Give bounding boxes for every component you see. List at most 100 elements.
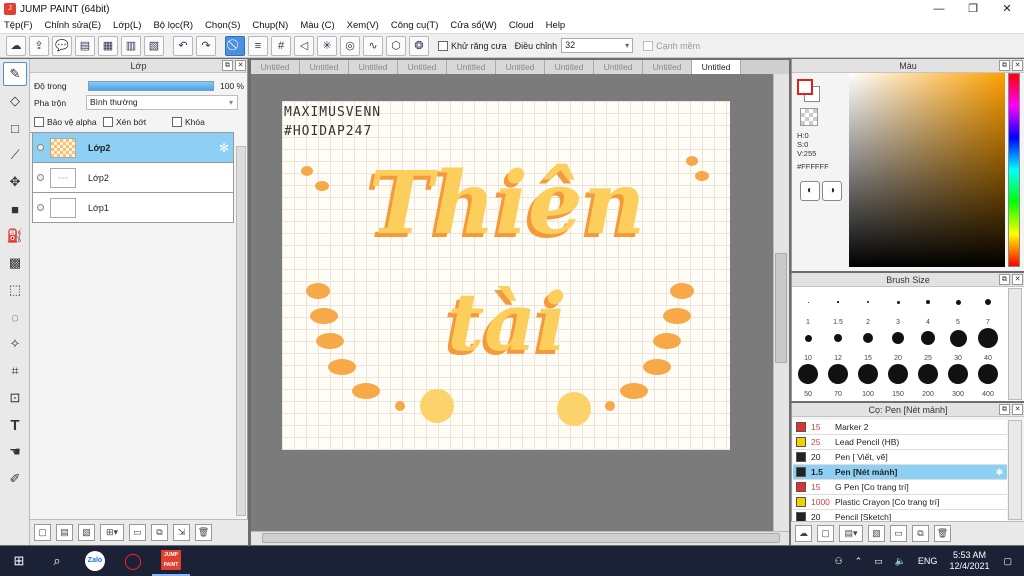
drawing-canvas[interactable]: MAXIMUSVENN #HOIDAP247 Thiên tài [282, 101, 730, 450]
redo-icon[interactable]: ↷ [196, 35, 216, 56]
network-icon[interactable]: ▭ [874, 556, 883, 567]
jump-paint-app-icon[interactable]: JUMP PAINT [152, 546, 190, 576]
color-picker-area[interactable] [849, 73, 1005, 267]
gear-icon[interactable]: ✻ [219, 141, 229, 155]
lock-checkbox[interactable] [172, 116, 182, 127]
visibility-icon[interactable] [37, 204, 44, 211]
menu-color[interactable]: Màu (C) [300, 20, 334, 31]
concentric-ruler-icon[interactable]: ◎ [340, 35, 360, 56]
hue-slider[interactable] [1008, 73, 1020, 267]
folder-icon[interactable]: ▭ [129, 524, 146, 541]
brush-size-option[interactable]: 1 [793, 290, 823, 326]
brush-menu-icon[interactable]: ▤▾ [839, 525, 863, 542]
menu-select[interactable]: Chọn(S) [205, 20, 240, 31]
close-icon[interactable]: ✕ [235, 60, 246, 71]
brush-size-option[interactable]: 1.5 [823, 290, 853, 326]
panel-icon[interactable]: ▥ [121, 35, 141, 56]
trash-icon[interactable]: 🗑 [195, 524, 212, 541]
radial-ruler-icon[interactable]: ✳ [317, 35, 337, 56]
brush-size-option[interactable]: 50 [793, 362, 823, 398]
close-icon[interactable]: ✕ [1012, 60, 1023, 71]
tab-untitled[interactable]: Untitled [594, 60, 643, 74]
brush-preset-item[interactable]: 20 Pen [ Viết, vẽ] [793, 450, 1007, 465]
rectangle-tool-icon[interactable]: □ [3, 116, 27, 140]
menu-layer[interactable]: Lớp(L) [113, 20, 141, 31]
clock[interactable]: 5:53 AM 12/4/2021 [949, 550, 989, 572]
tab-untitled[interactable]: Untitled [545, 60, 594, 74]
brush-preset-item[interactable]: 25 Lead Pencil (HB) [793, 435, 1007, 450]
parallel-ruler-icon[interactable]: ≡ [248, 35, 268, 56]
select-eraser-tool-icon[interactable]: ⊡ [3, 386, 27, 410]
layer-row[interactable]: ~~~ Lớp2 [32, 163, 234, 193]
menu-capture[interactable]: Chụp(N) [252, 20, 288, 31]
symmetry-ruler-icon[interactable]: ❂ [409, 35, 429, 56]
document-icon[interactable]: ▦ [98, 35, 118, 56]
undo-icon[interactable]: ↶ [173, 35, 193, 56]
magic-wand-tool-icon[interactable]: ✧ [3, 332, 27, 356]
layer-row[interactable]: Lớp1 [32, 193, 234, 223]
brush-folder-icon[interactable]: ▭ [890, 525, 907, 542]
brush-settings-icon[interactable]: ▧ [868, 525, 885, 542]
select-pen-tool-icon[interactable]: ⌗ [3, 359, 27, 383]
grid-ruler-icon[interactable]: # [271, 35, 291, 56]
layer-scrollbar[interactable] [236, 146, 246, 516]
menu-window[interactable]: Cửa sổ(W) [450, 20, 496, 31]
brush-preset-item[interactable]: 15 Marker 2 [793, 420, 1007, 435]
brush-size-option[interactable]: 150 [883, 362, 913, 398]
new-brush-icon[interactable]: ▢ [817, 525, 834, 542]
blend-mode-select[interactable]: Bình thường [86, 95, 238, 110]
brush-preset-scrollbar[interactable] [1008, 420, 1022, 520]
add-layer-menu-icon[interactable]: ⊞▾ [100, 524, 124, 541]
menu-file[interactable]: Tệp(F) [4, 20, 33, 31]
brush-size-option[interactable]: 40 [973, 326, 1003, 362]
visibility-icon[interactable] [37, 174, 44, 181]
brush-preset-item[interactable]: 1000 Plastic Crayon [Co trang trí] [793, 495, 1007, 510]
brush-size-option[interactable]: 12 [823, 326, 853, 362]
brush-size-option[interactable]: 25 [913, 326, 943, 362]
brush-size-option[interactable]: 200 [913, 362, 943, 398]
close-icon[interactable]: ✕ [1012, 404, 1023, 415]
cloud-brush-icon[interactable]: ☁ [795, 525, 812, 542]
brush-size-option[interactable]: 10 [793, 326, 823, 362]
eraser-tool-icon[interactable]: ◇ [3, 89, 27, 113]
brush-preset-item[interactable]: 15 G Pen [Co trang trí] [793, 480, 1007, 495]
canvas-horizontal-scroll-thumb[interactable] [262, 533, 780, 543]
export-icon[interactable]: ⇪ [29, 35, 49, 56]
adjust-select[interactable]: 32 [561, 38, 634, 53]
brush-size-option[interactable]: 70 [823, 362, 853, 398]
pen-tool-icon[interactable]: ✎ [3, 62, 27, 86]
expand-icon[interactable]: ⧉ [222, 60, 233, 71]
new-layer-8bit-icon[interactable]: ▤ [56, 524, 73, 541]
expand-icon[interactable]: ⧉ [999, 404, 1010, 415]
new-layer-icon[interactable]: ▢ [34, 524, 51, 541]
perspective-ruler-icon[interactable]: ◁ [294, 35, 314, 56]
menu-help[interactable]: Help [546, 20, 566, 31]
notification-icon[interactable]: ▢ [1003, 556, 1012, 567]
visibility-icon[interactable] [37, 144, 44, 151]
shape-ruler-icon[interactable]: ⬡ [386, 35, 406, 56]
opera-app-icon[interactable]: ◯ [114, 546, 152, 576]
grid-icon[interactable]: ▧ [144, 35, 164, 56]
tab-untitled[interactable]: Untitled [398, 60, 447, 74]
canvas-vertical-scroll-thumb[interactable] [775, 253, 787, 363]
duplicate-brush-icon[interactable]: ⧉ [912, 525, 929, 542]
clipping-checkbox[interactable] [103, 116, 113, 127]
volume-icon[interactable]: 🔈 [895, 556, 906, 567]
brush-preset-item[interactable]: 1.5 Pen [Nét mảnh] ✻ [793, 465, 1007, 480]
hand-tool-icon[interactable]: ☚ [3, 440, 27, 464]
chevron-up-icon[interactable]: ⌃ [855, 556, 863, 567]
brush-size-option[interactable]: 20 [883, 326, 913, 362]
layer-row[interactable]: Lớp2 ✻ [32, 133, 234, 163]
minimize-button[interactable]: — [922, 0, 956, 18]
gear-icon[interactable]: ✻ [996, 467, 1003, 478]
brush-size-option[interactable]: 7 [973, 290, 1003, 326]
no-ruler-icon[interactable]: ⃠ [225, 35, 245, 56]
people-icon[interactable]: ⚇ [835, 556, 843, 567]
windows-start-icon[interactable]: ⊞ [0, 546, 38, 576]
line-tool-icon[interactable]: ⟋ [3, 143, 27, 167]
brush-size-option[interactable]: 15 [853, 326, 883, 362]
menu-filter[interactable]: Bộ lọc(R) [153, 20, 193, 31]
tab-untitled[interactable]: Untitled [496, 60, 545, 74]
antialias-option[interactable]: Khử răng cưa [438, 40, 507, 51]
brush-size-option[interactable]: 30 [943, 326, 973, 362]
